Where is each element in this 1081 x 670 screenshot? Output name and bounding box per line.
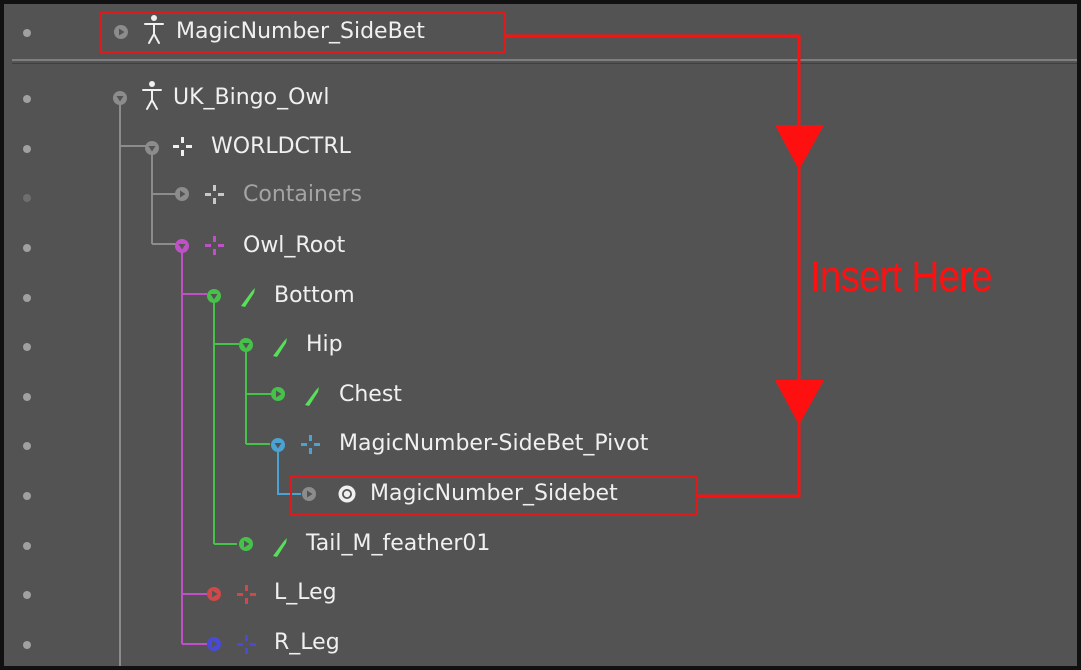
tree-line-owl-root	[181, 244, 207, 645]
expanded-arrow-icon[interactable]	[113, 91, 127, 105]
expanded-arrow-icon[interactable]	[271, 438, 285, 452]
crosshair-icon	[173, 137, 192, 156]
tree-line-worldctrl-children	[151, 146, 177, 245]
collapsed-arrow-icon[interactable]	[302, 487, 316, 501]
crosshair-icon	[205, 236, 224, 255]
row-label-bottom[interactable]: Bottom	[274, 281, 355, 311]
tree-line-pivot	[277, 444, 301, 495]
expanded-arrow-icon[interactable]	[175, 239, 189, 253]
row-label-magicnumber-sidebet-child[interactable]: MagicNumber_Sidebet	[370, 479, 618, 509]
tree-line-hip	[245, 344, 271, 445]
row-label-magicnumber-sidebet-pivot[interactable]: MagicNumber-SideBet_Pivot	[339, 429, 648, 459]
bone-icon	[241, 288, 255, 307]
tree-line-bottom	[213, 294, 239, 545]
collapsed-arrow-icon[interactable]	[271, 387, 285, 401]
collapsed-arrow-icon[interactable]	[239, 537, 253, 551]
outliner-panel: MagicNumber_SideBet UK_Bingo_Owl WORLDCT…	[0, 0, 1081, 670]
annotation-arrow-line	[505, 34, 801, 498]
row-label-chest[interactable]: Chest	[339, 380, 402, 410]
collapsed-arrow-icon[interactable]	[175, 187, 189, 201]
collapsed-arrow-icon[interactable]	[207, 637, 221, 651]
expanded-arrow-icon[interactable]	[145, 141, 159, 155]
row-label-owl-root[interactable]: Owl_Root	[243, 231, 345, 261]
row-label-magicnumber-sidebet[interactable]: MagicNumber_SideBet	[176, 17, 425, 47]
row-label-r-leg[interactable]: R_Leg	[274, 628, 340, 658]
row-label-l-leg[interactable]: L_Leg	[274, 578, 337, 608]
bone-icon	[273, 538, 287, 557]
collapsed-arrow-icon[interactable]	[207, 587, 221, 601]
hierarchy-graphics	[100, 12, 824, 666]
row-label-hip[interactable]: Hip	[306, 330, 343, 360]
row-label-worldctrl[interactable]: WORLDCTRL	[211, 132, 351, 162]
bone-icon	[273, 338, 287, 357]
row-label-tail-m-feather01[interactable]: Tail_M_feather01	[306, 529, 490, 559]
figure-icon	[142, 81, 162, 110]
figure-icon	[144, 15, 164, 44]
arrow-down-icon	[775, 125, 824, 170]
row-label-containers[interactable]: Containers	[243, 180, 362, 210]
bone-icon	[305, 387, 319, 406]
collapsed-arrow-icon[interactable]	[114, 25, 128, 39]
crosshair-icon	[237, 585, 256, 604]
expanded-arrow-icon[interactable]	[207, 289, 221, 303]
arrow-down-icon	[775, 380, 824, 425]
insert-here-annotation: Insert Here	[810, 252, 993, 301]
crosshair-icon	[205, 185, 224, 204]
row-label-uk-bingo-owl[interactable]: UK_Bingo_Owl	[173, 83, 330, 113]
target-icon	[338, 485, 356, 503]
crosshair-icon	[301, 435, 320, 454]
crosshair-icon	[237, 635, 256, 654]
expanded-arrow-icon[interactable]	[239, 338, 253, 352]
